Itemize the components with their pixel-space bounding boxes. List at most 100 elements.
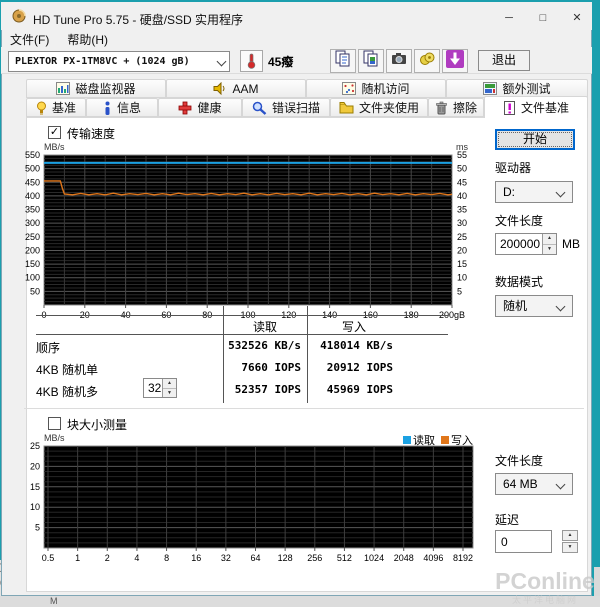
svg-text:35: 35 [457,205,467,215]
start-button[interactable]: 开始 [495,129,575,150]
tab-磁盘监视器[interactable]: 磁盘监视器 [26,79,166,98]
svg-text:15: 15 [457,259,467,269]
data-mode-select[interactable]: 随机 [495,295,573,317]
tab-label: 基准 [51,101,76,115]
file-length-value: 200000 [500,237,541,251]
svg-text:450: 450 [25,177,40,187]
svg-text:8192: 8192 [453,553,473,563]
tab-健康[interactable]: 健康 [158,98,242,117]
desktop: )(F M HD Tune Pro 5.75 - 硬盘/SSD 实用程序 ─ □… [0,0,600,607]
svg-text:10: 10 [30,502,40,512]
disks-button[interactable] [414,49,440,73]
block-file-length-label: 文件长度 [495,454,544,468]
tab-文件夹使用[interactable]: 文件夹使用 [330,98,428,117]
svg-text:100: 100 [25,273,40,283]
tab-信息[interactable]: 信息 [86,98,158,117]
folder-usage-icon [339,101,354,114]
minimize-button[interactable]: ─ [492,5,526,31]
exit-button[interactable]: 退出 [478,50,530,71]
svg-text:30: 30 [457,218,467,228]
tab-随机访问[interactable]: 随机访问 [306,79,446,98]
queue-depth-stepper[interactable]: 32 ▲ ▼ [143,378,177,398]
temperature-button[interactable] [240,50,263,72]
thermometer-icon [241,53,262,75]
svg-text:25: 25 [30,441,40,451]
copy-image-button[interactable] [358,49,384,73]
download-button[interactable] [442,49,468,73]
svg-text:1: 1 [75,553,80,563]
copy-text-button[interactable] [330,49,356,73]
temperature-value: 45癈 [268,55,294,69]
row-label: 4KB 随机多 [36,385,99,399]
svg-text:45: 45 [457,177,467,187]
error-scan-icon [252,101,267,115]
check-icon: ✓ [49,126,60,138]
tab-擦除[interactable]: 擦除 [428,98,484,117]
transfer-speed-chart: 50 5 100 10 150 15 200 20 250 25 300 30 350 35 400 40 45… [25,142,469,320]
svg-text:2: 2 [105,553,110,563]
camera-icon [390,50,408,73]
health-icon [178,101,192,115]
chevron-down-icon [555,301,566,312]
block-file-length-select[interactable]: 64 MB [495,473,573,495]
file-length-label: 文件长度 [495,214,544,228]
disk-monitor-icon [56,82,71,95]
tab-label: 错误扫描 [271,101,320,115]
spin-up-icon[interactable]: ▲ [163,379,176,389]
close-button[interactable]: ✕ [560,5,594,31]
tab-文件基准[interactable]: 文件基准 [484,96,588,118]
copy-image-icon [362,50,380,73]
svg-text:32: 32 [221,553,231,563]
svg-text:16: 16 [191,553,201,563]
svg-text:400: 400 [25,191,40,201]
data-mode-label: 数据模式 [495,275,544,289]
write-value: 45969 IOPS [326,383,393,396]
chevron-down-icon [555,187,566,198]
erase-icon [435,101,448,115]
tab-label: 随机访问 [361,82,410,96]
svg-text:MB/s: MB/s [44,433,65,443]
svg-text:20: 20 [457,245,467,255]
write-value: 20912 IOPS [326,361,393,374]
svg-text:5: 5 [35,523,40,533]
svg-text:150: 150 [25,259,40,269]
file-length-stepper[interactable]: 200000 ▲ ▼ [495,233,557,255]
delay-label: 延迟 [495,513,520,527]
delay-spin-down[interactable]: ▼ [562,542,578,553]
svg-text:MB/s: MB/s [44,142,65,152]
drive-select[interactable]: D: [495,181,573,203]
block-size-chart: 0.5 1 2 4 8 16 32 64 128 256 512 1024 2048 4096 8192 5 1… [30,433,474,563]
svg-text:128: 128 [278,553,293,563]
spin-down-icon[interactable]: ▼ [163,389,176,398]
svg-text:200: 200 [25,245,40,255]
benchmark-icon [36,101,47,115]
maximize-button[interactable]: □ [526,5,560,31]
delay-spin-up[interactable]: ▲ [562,530,578,541]
tab-label: 文件基准 [520,101,569,115]
stepper-arrows[interactable]: ▲ ▼ [542,234,556,254]
svg-text:2048: 2048 [394,553,414,563]
table-rule [36,315,448,316]
svg-text:300: 300 [25,218,40,228]
device-select[interactable]: PLEXTOR PX-1TM8VC + (1024 gB) [8,51,230,72]
stepper-arrows[interactable]: ▲ ▼ [162,379,176,397]
block-size-checkbox[interactable] [48,417,61,430]
tab-错误扫描[interactable]: 错误扫描 [242,98,330,117]
disks-icon [418,50,436,73]
svg-text:8: 8 [164,553,169,563]
svg-text:512: 512 [337,553,352,563]
tab-基准[interactable]: 基准 [26,98,86,117]
camera-button[interactable] [386,49,412,73]
svg-text:256: 256 [307,553,322,563]
file-benchmark-icon [503,100,516,115]
svg-text:350: 350 [25,205,40,215]
svg-text:5: 5 [457,286,462,296]
delay-input[interactable]: 0 [495,530,552,553]
tab-AAM[interactable]: AAM [166,79,306,98]
tab-label: 磁盘监视器 [75,82,136,96]
svg-text:15: 15 [30,482,40,492]
tab-label: 信息 [116,101,141,115]
tab-label: 额外测试 [502,82,551,96]
speaker-icon [213,82,227,95]
title-bar: HD Tune Pro 5.75 - 硬盘/SSD 实用程序 ─ □ ✕ [1,2,592,30]
